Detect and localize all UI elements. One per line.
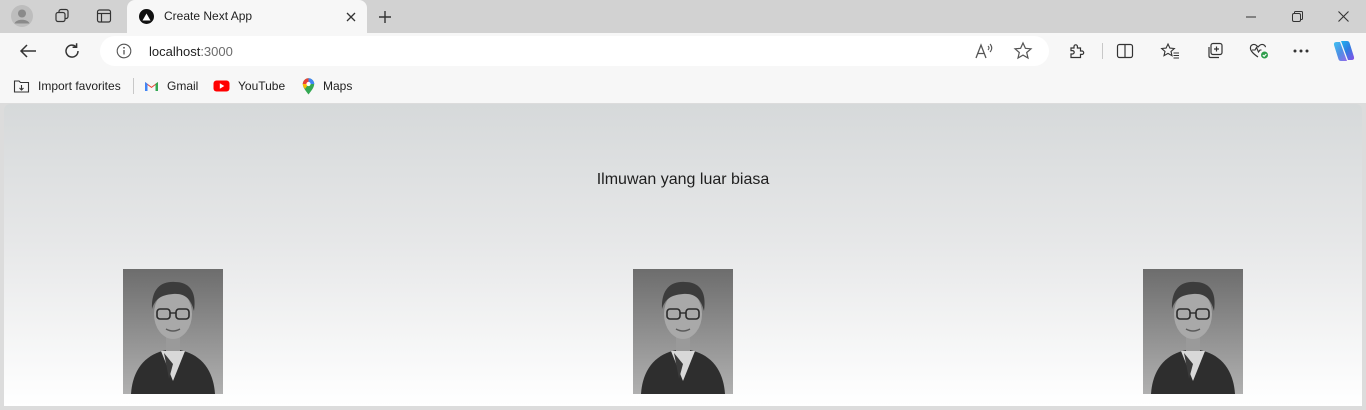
extensions-button[interactable] [1063,37,1091,65]
plus-icon [379,11,391,23]
browser-essentials-button[interactable] [1245,37,1273,65]
read-aloud-icon[interactable] [974,42,994,60]
nextjs-logo-icon [139,9,154,24]
profile-icon [11,5,33,27]
page-viewport: Ilmuwan yang luar biasa [4,104,1362,406]
minimize-button[interactable] [1228,0,1274,33]
vertical-tabs-icon [96,9,112,23]
back-button[interactable] [14,37,42,65]
scientist-photo-2 [633,269,733,394]
browser-toolbar: localhost:3000 [0,33,1366,69]
split-screen-icon [1116,43,1134,59]
bookmark-label: Maps [323,79,353,93]
bookmark-import-favorites[interactable]: Import favorites [13,77,121,95]
import-favorites-icon [13,80,30,93]
new-tab-button[interactable] [373,5,397,29]
close-window-button[interactable] [1320,0,1366,33]
favorites-list-icon [1160,42,1179,59]
workspaces-button[interactable] [48,4,76,28]
maps-icon [302,77,315,94]
tab-close-button[interactable] [341,7,361,27]
favorites-button[interactable] [1156,37,1184,65]
refresh-icon [65,43,79,58]
workspaces-icon [55,8,69,23]
profile-avatar[interactable] [8,4,36,28]
toolbar-divider [1102,43,1103,59]
window-bottom-border [0,406,1366,410]
close-window-icon [1337,11,1349,22]
minimize-icon [1246,16,1256,17]
bookmark-label: YouTube [238,79,286,93]
split-screen-button[interactable] [1111,37,1139,65]
refresh-button[interactable] [58,37,86,65]
tab-actions-button[interactable] [90,4,118,28]
bookmarks-bar: Import favorites Gmail YouTube Maps [0,69,1366,103]
page-heading: Ilmuwan yang luar biasa [596,171,770,188]
bookmark-maps[interactable]: Maps [302,77,352,95]
bookmark-gmail[interactable]: Gmail [144,77,198,95]
tab-bar: Create Next App [0,0,1366,33]
more-horizontal-icon [1293,49,1309,53]
copilot-button[interactable] [1330,37,1358,65]
scientist-photo-3 [1143,269,1243,394]
site-info-icon[interactable] [116,43,132,59]
puzzle-icon [1070,44,1085,59]
scientist-photo-1 [123,269,223,394]
gmail-icon [145,82,158,91]
address-url[interactable]: localhost:3000 [149,44,233,59]
bookmark-label: Import favorites [38,79,121,93]
favorite-star-icon[interactable] [1013,41,1033,61]
restore-button[interactable] [1274,0,1320,33]
tab-active[interactable]: Create Next App [127,0,367,33]
bookmark-youtube[interactable]: YouTube [213,77,285,95]
copilot-icon [1333,41,1355,61]
close-icon [346,12,356,22]
address-host: localhost [149,44,201,59]
address-port: :3000 [200,44,233,59]
collections-icon [1208,42,1223,59]
collections-button[interactable] [1201,37,1229,65]
settings-more-button[interactable] [1287,37,1315,65]
youtube-icon [213,80,230,92]
tab-title: Create Next App [164,9,253,23]
bookmarks-divider [133,78,134,94]
address-bar[interactable]: localhost:3000 [100,36,1049,66]
restore-icon [1291,11,1303,22]
arrow-left-icon [19,44,36,58]
heart-pulse-icon [1249,43,1268,59]
bookmark-label: Gmail [167,79,199,93]
